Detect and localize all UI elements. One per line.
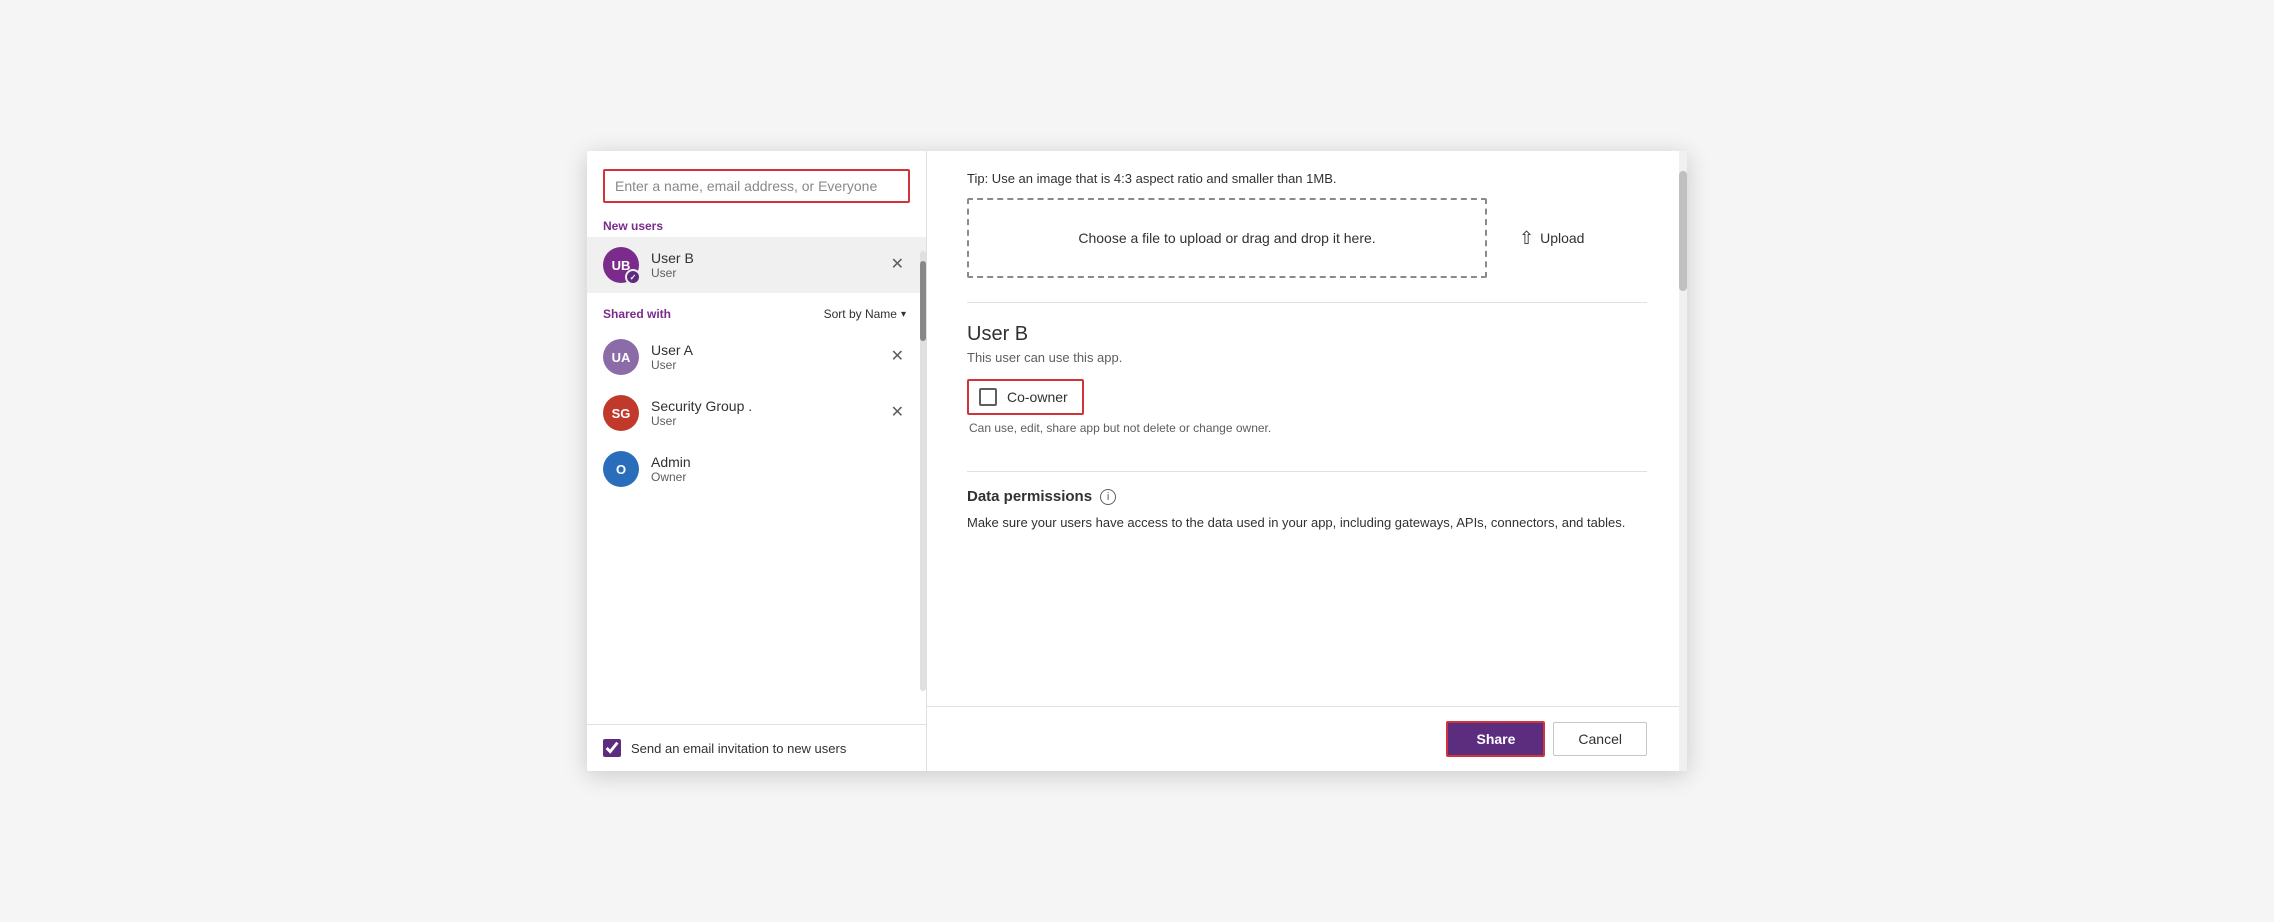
user-name-ua: User A bbox=[651, 342, 873, 358]
avatar-admin: O bbox=[603, 451, 639, 487]
email-invitation-label: Send an email invitation to new users bbox=[631, 741, 846, 756]
user-role-ua: User bbox=[651, 358, 873, 372]
sort-by-button[interactable]: Sort by Name ▾ bbox=[820, 305, 910, 323]
user-info-ua: User A User bbox=[651, 342, 873, 372]
remove-ua-button[interactable]: ✕ bbox=[885, 347, 910, 367]
share-button[interactable]: Share bbox=[1446, 721, 1545, 757]
email-invitation-row: Send an email invitation to new users bbox=[587, 724, 926, 771]
coowner-checkbox[interactable] bbox=[979, 388, 997, 406]
shared-users-list: UA User A User ✕ SG Security Group . Use… bbox=[587, 329, 926, 724]
user-name-ub: User B bbox=[651, 250, 873, 266]
upload-dropzone-text: Choose a file to upload or drag and drop… bbox=[1078, 230, 1375, 246]
user-info-ub: User B User bbox=[651, 250, 873, 280]
search-input-wrapper bbox=[587, 151, 926, 215]
new-users-label: New users bbox=[587, 215, 926, 237]
shared-with-label: Shared with bbox=[603, 307, 671, 321]
user-role-sg: User bbox=[651, 414, 873, 428]
user-b-section-name: User B bbox=[967, 323, 1647, 346]
upload-button[interactable]: ⇧ Upload bbox=[1511, 224, 1592, 253]
check-badge bbox=[625, 269, 641, 285]
coowner-description: Can use, edit, share app but not delete … bbox=[967, 421, 1647, 435]
left-scrollbar-thumb bbox=[920, 261, 926, 341]
share-dialog: New users UB User B User ✕ Shared with S… bbox=[587, 151, 1687, 771]
list-item[interactable]: O Admin Owner bbox=[587, 441, 926, 497]
left-panel: New users UB User B User ✕ Shared with S… bbox=[587, 151, 927, 771]
user-b-section: User B This user can use this app. Co-ow… bbox=[967, 323, 1647, 471]
right-content: Tip: Use an image that is 4:3 aspect rat… bbox=[927, 151, 1687, 706]
avatar-sg: SG bbox=[603, 395, 639, 431]
right-panel: Tip: Use an image that is 4:3 aspect rat… bbox=[927, 151, 1687, 771]
tip-text: Tip: Use an image that is 4:3 aspect rat… bbox=[967, 151, 1647, 198]
data-permissions-title: Data permissions bbox=[967, 488, 1092, 505]
user-name-admin: Admin bbox=[651, 454, 910, 470]
user-b-section-desc: This user can use this app. bbox=[967, 350, 1647, 365]
upload-icon: ⇧ bbox=[1519, 228, 1534, 249]
coowner-row: Co-owner bbox=[967, 379, 1084, 415]
chevron-down-icon: ▾ bbox=[901, 309, 906, 320]
avatar-ua: UA bbox=[603, 339, 639, 375]
sort-by-label: Sort by Name bbox=[824, 307, 897, 321]
user-role-admin: Owner bbox=[651, 470, 910, 484]
user-role-ub: User bbox=[651, 266, 873, 280]
avatar-ub: UB bbox=[603, 247, 639, 283]
user-row-new[interactable]: UB User B User ✕ bbox=[587, 237, 926, 293]
data-permissions-section: Data permissions i Make sure your users … bbox=[967, 471, 1647, 533]
email-invitation-checkbox[interactable] bbox=[603, 739, 621, 757]
right-scrollbar-track bbox=[1679, 151, 1687, 771]
upload-dropzone[interactable]: Choose a file to upload or drag and drop… bbox=[967, 198, 1487, 278]
shared-with-header: Shared with Sort by Name ▾ bbox=[587, 293, 926, 329]
remove-sg-button[interactable]: ✕ bbox=[885, 403, 910, 423]
upload-area-row: Choose a file to upload or drag and drop… bbox=[967, 198, 1647, 278]
search-input[interactable] bbox=[603, 169, 910, 203]
list-item[interactable]: SG Security Group . User ✕ bbox=[587, 385, 926, 441]
right-scrollbar-thumb bbox=[1679, 171, 1687, 291]
left-scrollbar-track bbox=[920, 251, 926, 691]
section-divider-1 bbox=[967, 302, 1647, 303]
upload-label: Upload bbox=[1540, 230, 1584, 246]
user-name-sg: Security Group . bbox=[651, 398, 873, 414]
data-permissions-header: Data permissions i bbox=[967, 488, 1647, 505]
user-info-admin: Admin Owner bbox=[651, 454, 910, 484]
info-icon[interactable]: i bbox=[1100, 489, 1116, 505]
data-permissions-text: Make sure your users have access to the … bbox=[967, 513, 1647, 533]
right-footer: Share Cancel bbox=[927, 706, 1687, 771]
remove-user-b-button[interactable]: ✕ bbox=[885, 255, 910, 275]
list-item[interactable]: UA User A User ✕ bbox=[587, 329, 926, 385]
coowner-label: Co-owner bbox=[1007, 389, 1068, 405]
user-info-sg: Security Group . User bbox=[651, 398, 873, 428]
cancel-button[interactable]: Cancel bbox=[1553, 722, 1647, 756]
